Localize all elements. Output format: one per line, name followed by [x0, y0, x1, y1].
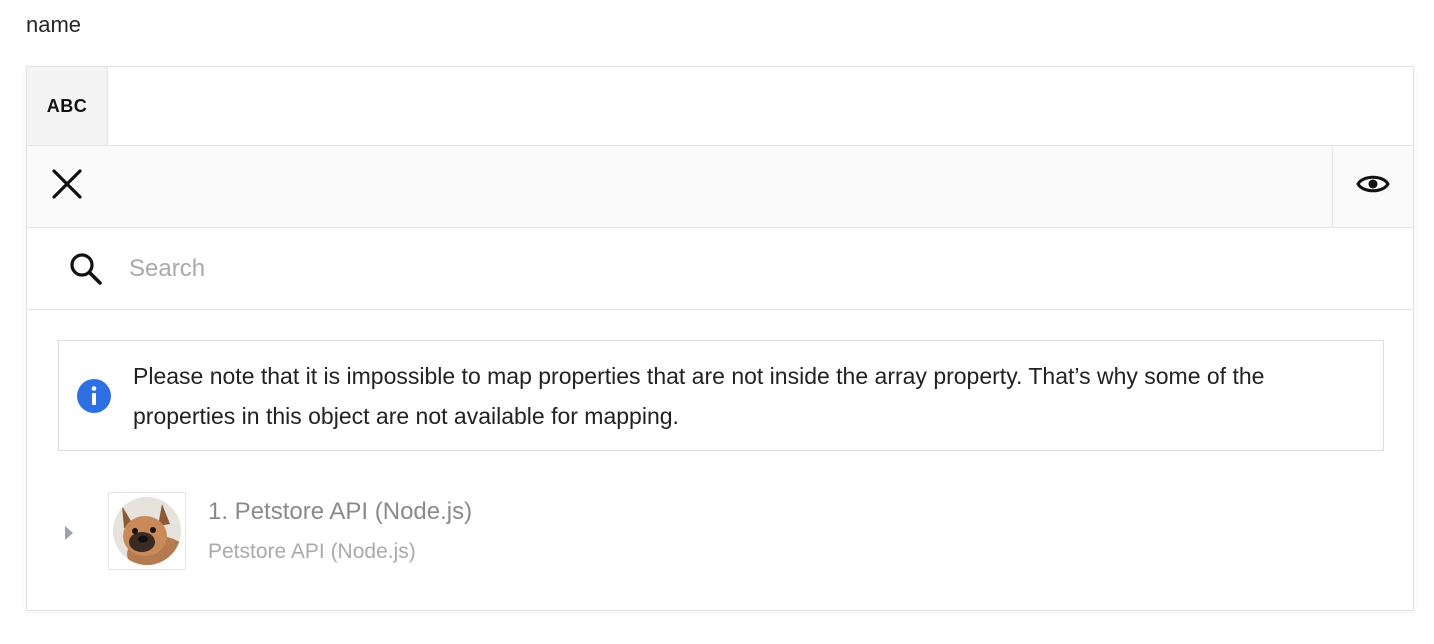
dog-avatar: [113, 497, 181, 565]
search-input[interactable]: [127, 253, 1231, 284]
info-icon: [77, 378, 111, 413]
clear-button[interactable]: [27, 146, 107, 227]
close-icon: [51, 168, 83, 205]
search-icon: [69, 252, 109, 286]
caret-right-icon[interactable]: [63, 525, 75, 546]
info-notice: Please note that it is impossible to map…: [58, 340, 1384, 451]
search-bar: [27, 228, 1413, 310]
tree-item[interactable]: 1. Petstore API (Node.js) Petstore API (…: [27, 492, 1413, 572]
preview-button[interactable]: [1332, 146, 1413, 227]
type-row: ABC: [27, 67, 1413, 146]
item-subtitle: Petstore API (Node.js): [208, 540, 416, 563]
notice-text: Please note that it is impossible to map…: [133, 362, 1265, 429]
field-label: name: [26, 12, 82, 37]
eye-icon: [1356, 172, 1390, 201]
mapping-value-input[interactable]: [108, 67, 1413, 145]
type-badge: ABC: [27, 67, 108, 145]
mapping-panel: ABC Search Please note that it is imposs…: [26, 66, 1414, 611]
app-avatar: [108, 492, 186, 570]
mapping-toolbar: [27, 146, 1413, 228]
item-title: 1. Petstore API (Node.js): [208, 498, 473, 525]
